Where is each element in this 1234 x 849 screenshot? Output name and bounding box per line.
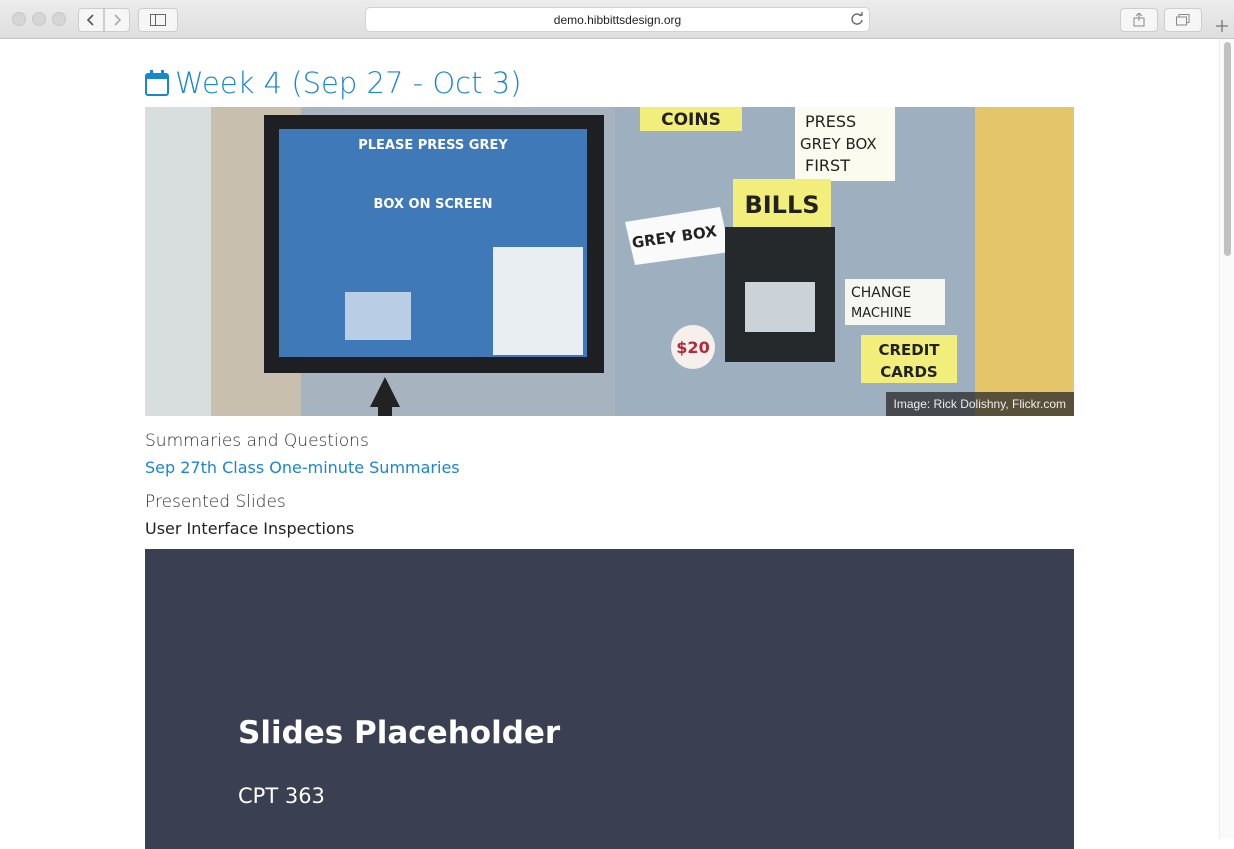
image-credit: Image: Rick Dolishny, Flickr.com <box>885 392 1074 416</box>
photo-sign-text: $20 <box>676 338 709 357</box>
week-title: Week 4 (Sep 27 - Oct 3) <box>175 66 522 100</box>
slides-label: Presented Slides <box>145 492 286 512</box>
address-bar[interactable]: demo.hibbittsdesign.org <box>365 7 870 32</box>
photo-sign-text: BILLS <box>744 191 819 219</box>
photo-illustration: PLEASE PRESS GREY BOX ON SCREEN COINS PR… <box>145 107 1074 416</box>
ticket-machine-photo: PLEASE PRESS GREY BOX ON SCREEN COINS PR… <box>145 107 1074 416</box>
back-button[interactable] <box>78 8 104 32</box>
share-icon <box>1133 13 1145 27</box>
embedded-slides[interactable]: Slides Placeholder CPT 363 <box>145 549 1074 849</box>
share-button[interactable] <box>1120 8 1158 32</box>
browser-toolbar: demo.hibbittsdesign.org <box>0 0 1234 39</box>
photo-sign-text: CARDS <box>880 363 937 381</box>
summaries-label: Summaries and Questions <box>145 431 369 451</box>
photo-sign-text: FIRST <box>805 156 850 175</box>
photo-sign-text: GREY BOX <box>800 135 877 153</box>
photo-sign-text: CREDIT <box>878 341 940 359</box>
slides-name: User Interface Inspections <box>145 519 355 538</box>
summaries-link[interactable]: Sep 27th Class One-minute Summaries <box>145 458 460 477</box>
slide-subtitle: CPT 363 <box>238 784 325 808</box>
calendar-icon <box>145 70 169 96</box>
chevron-right-icon <box>114 14 122 26</box>
photo-sign-text: PLEASE PRESS GREY <box>358 138 508 153</box>
new-tab-button[interactable] <box>1210 14 1234 38</box>
week-heading[interactable]: Week 4 (Sep 27 - Oct 3) <box>145 66 521 100</box>
photo-sign-text: BOX ON SCREEN <box>373 197 492 212</box>
minimize-window-button[interactable] <box>32 12 46 26</box>
chevron-left-icon <box>86 14 94 26</box>
forward-button[interactable] <box>104 8 130 32</box>
close-window-button[interactable] <box>12 12 26 26</box>
url-text: demo.hibbittsdesign.org <box>553 12 682 27</box>
tabs-overview-button[interactable] <box>1164 8 1202 32</box>
photo-sign-text: MACHINE <box>851 306 912 321</box>
plus-icon <box>1216 20 1228 32</box>
photo-sign-text: PRESS <box>805 112 856 131</box>
slide-title: Slides Placeholder <box>238 715 561 751</box>
sidebar-toggle-button[interactable] <box>138 8 178 32</box>
zoom-window-button[interactable] <box>52 12 66 26</box>
photo-sign-text: COINS <box>661 110 721 130</box>
tabs-icon <box>1176 14 1190 26</box>
sidebar-icon <box>150 14 166 26</box>
photo-sign-text: CHANGE <box>851 285 911 301</box>
scrollbar-thumb[interactable] <box>1224 42 1231 256</box>
vertical-scrollbar[interactable] <box>1219 39 1234 839</box>
reload-icon[interactable] <box>850 12 864 26</box>
